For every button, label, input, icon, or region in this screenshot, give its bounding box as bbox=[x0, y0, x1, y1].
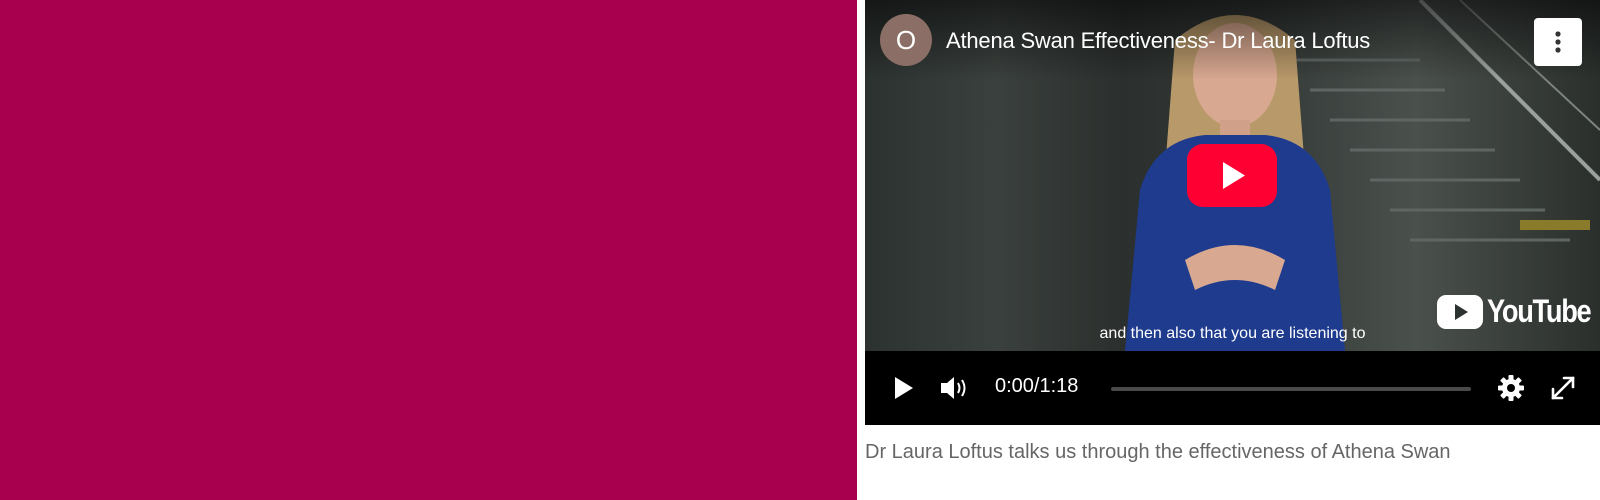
play-button[interactable] bbox=[889, 373, 919, 403]
video-description: Dr Laura Loftus talks us through the eff… bbox=[865, 441, 1451, 463]
fullscreen-icon bbox=[1551, 376, 1575, 400]
channel-avatar[interactable]: O bbox=[880, 14, 932, 66]
large-play-button[interactable] bbox=[1187, 144, 1277, 207]
more-vertical-icon bbox=[1555, 31, 1561, 53]
youtube-logo[interactable]: YouTube bbox=[1437, 293, 1600, 330]
control-bar: 0:00/1:18 bbox=[865, 351, 1600, 425]
more-options-button[interactable] bbox=[1534, 18, 1582, 66]
settings-button[interactable] bbox=[1494, 371, 1528, 405]
youtube-wordmark: YouTube bbox=[1487, 293, 1592, 329]
gear-icon bbox=[1498, 375, 1524, 401]
channel-initial: O bbox=[895, 24, 917, 55]
youtube-logo-icon bbox=[1437, 294, 1483, 329]
play-icon bbox=[895, 377, 913, 399]
video-title[interactable]: Athena Swan Effectiveness- Dr Laura Loft… bbox=[946, 28, 1370, 54]
brand-color-panel bbox=[0, 0, 857, 500]
time-display: 0:00/1:18 bbox=[995, 375, 1079, 397]
volume-icon bbox=[941, 377, 966, 399]
video-player[interactable]: O Athena Swan Effectiveness- Dr Laura Lo… bbox=[865, 0, 1600, 425]
fullscreen-button[interactable] bbox=[1547, 372, 1579, 404]
volume-button[interactable] bbox=[937, 371, 971, 405]
youtube-play-icon bbox=[1187, 144, 1277, 207]
progress-bar[interactable] bbox=[1111, 387, 1471, 391]
